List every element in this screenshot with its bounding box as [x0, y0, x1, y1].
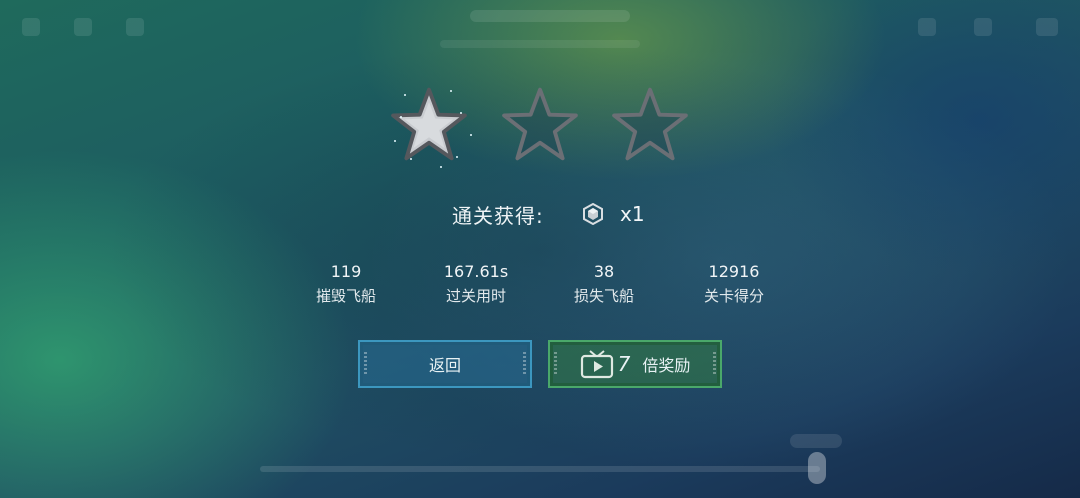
background-vignette — [0, 0, 1080, 498]
stat-ships-destroyed: 119 摧毁飞船 — [286, 262, 406, 306]
hexagon-gem-icon — [582, 202, 604, 226]
hud-level-subtitle — [440, 40, 640, 48]
stat-level-score: 12916 关卡得分 — [674, 262, 794, 306]
sparkle — [450, 90, 452, 92]
stat-value: 38 — [593, 262, 615, 281]
hud-settings-icon — [918, 18, 936, 36]
hud-slider-tooltip — [790, 434, 842, 448]
stat-value: 119 — [330, 262, 362, 281]
stat-label: 关卡得分 — [703, 287, 764, 305]
hud-slider-track — [260, 466, 820, 472]
stat-value: 167.61s — [443, 262, 509, 281]
sparkle — [400, 116, 402, 118]
tv-ad-icon — [580, 349, 614, 379]
double-reward-label: 倍奖励 — [642, 356, 691, 375]
sparkle — [394, 140, 396, 142]
hud-camera-icon — [1036, 18, 1058, 36]
back-button-label: 返回 — [428, 356, 461, 375]
stat-clear-time: 167.61s 过关用时 — [416, 262, 536, 306]
sparkle — [404, 94, 406, 96]
sparkle — [440, 166, 442, 168]
hud-level-title — [470, 10, 630, 22]
star-earned-icon — [390, 86, 468, 162]
reward-label: 通关获得: — [452, 204, 544, 228]
stat-ships-lost: 38 损失飞船 — [544, 262, 664, 306]
hud-pause-icon — [74, 18, 92, 36]
star-rating — [390, 86, 690, 176]
stat-label: 摧毁飞船 — [315, 287, 376, 305]
stat-label: 过关用时 — [445, 287, 506, 305]
stat-label: 损失飞船 — [573, 287, 634, 305]
sparkle — [460, 112, 462, 114]
hud-slider-thumb — [808, 452, 826, 484]
double-reward-button[interactable]: 7 倍奖励 — [548, 340, 722, 388]
reward-count: x1 — [620, 202, 645, 226]
sparkle — [456, 156, 458, 158]
hud-back-icon — [22, 18, 40, 36]
star-empty-icon — [611, 86, 689, 162]
back-button[interactable]: 返回 — [358, 340, 532, 388]
sparkle — [410, 158, 412, 160]
hud-speed-icon — [974, 18, 992, 36]
reward-multiplier: 7 — [617, 352, 631, 376]
stat-value: 12916 — [708, 262, 760, 281]
star-empty-icon — [501, 86, 579, 162]
sparkle — [470, 134, 472, 136]
hud-menu-icon — [126, 18, 144, 36]
